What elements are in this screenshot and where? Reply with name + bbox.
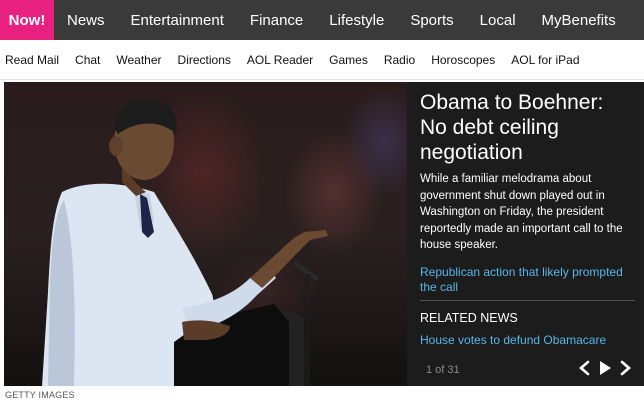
nav-item-lifestyle[interactable]: Lifestyle bbox=[316, 0, 397, 40]
speaker-illustration bbox=[42, 99, 328, 386]
story-related-link[interactable]: Republican action that likely prompted t… bbox=[420, 265, 635, 295]
story-panel: Obama to Boehner: No debt ceiling negoti… bbox=[407, 82, 644, 386]
nav-item-now-label: Now! bbox=[8, 11, 46, 29]
quick-link-read-mail[interactable]: Read Mail bbox=[0, 53, 69, 67]
aol-homepage: Now! News Entertainment Finance Lifestyl… bbox=[0, 0, 644, 401]
quick-link-aol-for-ipad[interactable]: AOL for iPad bbox=[505, 53, 589, 67]
panel-divider bbox=[420, 300, 635, 301]
quick-link-weather[interactable]: Weather bbox=[110, 53, 171, 67]
nav-item-sports[interactable]: Sports bbox=[397, 0, 466, 40]
main-nav: Now! News Entertainment Finance Lifestyl… bbox=[0, 0, 644, 47]
slide-counter: 1 of 31 bbox=[426, 364, 460, 376]
quick-link-chat[interactable]: Chat bbox=[69, 53, 110, 67]
nav-item-now[interactable]: Now! bbox=[0, 0, 54, 47]
related-news-link[interactable]: House votes to defund Obamacare bbox=[420, 333, 606, 347]
related-news-heading: RELATED NEWS bbox=[420, 311, 518, 325]
nav-item-local[interactable]: Local bbox=[467, 0, 529, 40]
quick-link-games[interactable]: Games bbox=[323, 53, 378, 67]
photo-credit: GETTY IMAGES bbox=[5, 390, 75, 400]
nav-item-mybenefits[interactable]: MyBenefits bbox=[529, 0, 629, 40]
chevron-right-icon bbox=[620, 360, 631, 376]
quick-links-nav: Read Mail Chat Weather Directions AOL Re… bbox=[0, 40, 644, 80]
next-slide-button[interactable] bbox=[617, 359, 635, 377]
quick-link-aol-reader[interactable]: AOL Reader bbox=[241, 53, 323, 67]
quick-link-radio[interactable]: Radio bbox=[378, 53, 425, 67]
chevron-left-icon bbox=[579, 360, 590, 376]
quick-link-directions[interactable]: Directions bbox=[172, 53, 241, 67]
nav-item-finance[interactable]: Finance bbox=[237, 0, 316, 40]
featured-story: Obama to Boehner: No debt ceiling negoti… bbox=[4, 82, 644, 386]
nav-item-entertainment[interactable]: Entertainment bbox=[118, 0, 237, 40]
play-icon bbox=[600, 361, 611, 375]
nav-item-news[interactable]: News bbox=[54, 0, 118, 40]
story-headline[interactable]: Obama to Boehner: No debt ceiling negoti… bbox=[420, 90, 635, 165]
play-slideshow-button[interactable] bbox=[596, 359, 614, 377]
story-summary: While a familiar melodrama about governm… bbox=[420, 173, 623, 251]
featured-photo[interactable] bbox=[4, 82, 407, 386]
quick-link-horoscopes[interactable]: Horoscopes bbox=[425, 53, 505, 67]
prev-slide-button[interactable] bbox=[575, 359, 593, 377]
